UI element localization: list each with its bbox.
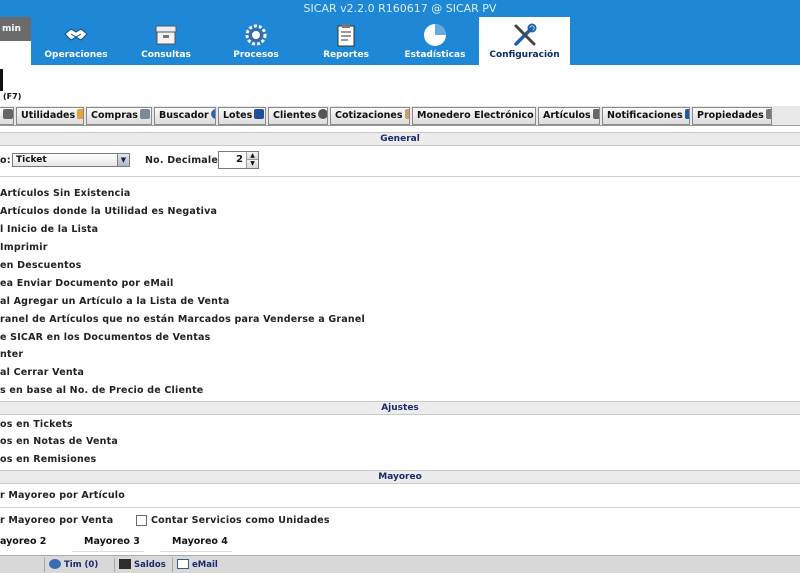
nav-label: Procesos bbox=[233, 50, 279, 60]
tab-monedero[interactable]: Monedero Electrónico bbox=[412, 107, 536, 125]
tab-mayoreo-4[interactable]: Mayoreo 4 bbox=[160, 534, 232, 552]
option-item[interactable]: ranel de Artículos que no están Marcados… bbox=[0, 314, 365, 325]
cart-icon bbox=[139, 109, 150, 119]
option-item[interactable]: s en base al No. de Precio de Cliente bbox=[0, 385, 203, 396]
coins-icon bbox=[77, 109, 83, 119]
format-label: o: bbox=[0, 155, 11, 166]
tab-clientes[interactable]: Clientes bbox=[268, 107, 328, 125]
option-item[interactable]: e SICAR en los Documentos de Ventas bbox=[0, 332, 210, 343]
users-icon bbox=[49, 559, 61, 569]
handshake-icon bbox=[64, 28, 88, 41]
option-item[interactable]: nter bbox=[0, 349, 23, 360]
nav-label: Estadísticas bbox=[404, 50, 466, 60]
pie-chart-icon bbox=[424, 24, 446, 46]
user-badge[interactable]: min bbox=[0, 17, 31, 41]
tab-buscador[interactable]: Buscador bbox=[154, 107, 216, 125]
option-item[interactable]: os en Tickets bbox=[0, 419, 73, 430]
decimals-value[interactable]: 2 bbox=[219, 152, 246, 168]
config-tabs: Utilidades Compras Buscador Lotes Client… bbox=[0, 106, 800, 126]
divider bbox=[0, 507, 800, 508]
clipboard-icon bbox=[337, 24, 355, 47]
section-general: General bbox=[0, 132, 800, 146]
option-item[interactable]: os en Remisiones bbox=[0, 454, 96, 465]
tab-mayoreo-2[interactable]: ayoreo 2 bbox=[0, 534, 68, 552]
option-item[interactable]: l Inicio de la Lista bbox=[0, 224, 98, 235]
nav-label: Reportes bbox=[323, 50, 369, 60]
config-menu-handle[interactable] bbox=[0, 69, 3, 91]
option-item[interactable]: Artículos donde la Utilidad es Negativa bbox=[0, 206, 217, 217]
dollar-icon bbox=[119, 559, 131, 569]
box-icon bbox=[254, 109, 265, 119]
nav-configuracion[interactable]: Configuración bbox=[479, 17, 570, 65]
nav-label: Consultas bbox=[141, 50, 191, 60]
option-item[interactable]: al Cerrar Venta bbox=[0, 367, 84, 378]
nav-reportes[interactable]: Reportes bbox=[301, 17, 391, 65]
tag-icon bbox=[592, 109, 599, 119]
tab-propiedades[interactable]: Propiedades bbox=[692, 107, 772, 125]
tab-articulos[interactable]: Artículos bbox=[538, 107, 600, 125]
nav-label: Configuración bbox=[489, 50, 560, 60]
section-mayoreo: Mayoreo bbox=[0, 470, 800, 484]
tab-lotes[interactable]: Lotes bbox=[218, 107, 266, 125]
nav-consultas[interactable]: Consultas bbox=[121, 17, 211, 65]
main-nav: Operaciones Consultas Procesos Reportes bbox=[31, 17, 800, 65]
tab-utilidades[interactable]: Utilidades bbox=[16, 107, 84, 125]
nav-procesos[interactable]: Procesos bbox=[211, 17, 301, 65]
tab-mayoreo-3[interactable]: Mayoreo 3 bbox=[72, 534, 144, 552]
spin-up-icon[interactable]: ▲ bbox=[246, 152, 258, 160]
chevron-down-icon[interactable]: ▼ bbox=[117, 154, 129, 166]
magnifier-icon bbox=[210, 109, 215, 119]
format-select[interactable]: Ticket ▼ bbox=[12, 153, 130, 167]
tab-compras[interactable]: Compras bbox=[86, 107, 152, 125]
option-item[interactable]: en Descuentos bbox=[0, 260, 81, 271]
sub-header: (F7) bbox=[0, 65, 800, 105]
option-item[interactable]: al Agregar un Artículo a la Lista de Ven… bbox=[0, 296, 229, 307]
option-item[interactable]: os en Notas de Venta bbox=[0, 436, 118, 447]
properties-icon bbox=[765, 109, 771, 119]
option-item[interactable]: Imprimir bbox=[0, 242, 48, 253]
user-icon bbox=[318, 109, 327, 119]
decimals-stepper[interactable]: 2 ▲ ▼ bbox=[218, 151, 259, 169]
envelope-icon bbox=[177, 559, 189, 569]
format-value: Ticket bbox=[16, 155, 47, 165]
status-email[interactable]: eMail bbox=[172, 558, 226, 572]
tab-cotizaciones[interactable]: Cotizaciones bbox=[330, 107, 410, 125]
nav-estadisticas[interactable]: Estadísticas bbox=[391, 17, 479, 65]
divider bbox=[0, 176, 800, 177]
option-item[interactable]: Artículos Sin Existencia bbox=[0, 188, 131, 199]
shortcut-hint: (F7) bbox=[3, 92, 22, 101]
window-title: SICAR v2.2.0 R160617 @ SICAR PV bbox=[0, 0, 800, 17]
option-item[interactable]: r Mayoreo por Artículo bbox=[0, 490, 125, 501]
archive-box-icon bbox=[155, 25, 177, 45]
gear-icon bbox=[245, 24, 267, 46]
nav-label: Operaciones bbox=[44, 50, 108, 60]
tab-icon bbox=[3, 109, 13, 119]
tab-notificaciones[interactable]: Notificaciones bbox=[602, 107, 690, 125]
tab-overflow[interactable] bbox=[0, 107, 14, 125]
spin-down-icon[interactable]: ▼ bbox=[246, 160, 258, 168]
status-tim[interactable]: Tim (0) bbox=[44, 558, 110, 572]
option-item[interactable]: r Mayoreo por Venta bbox=[0, 515, 113, 526]
status-bar: Tim (0) Saldos eMail bbox=[0, 555, 800, 573]
section-ajustes: Ajustes bbox=[0, 401, 800, 415]
tools-icon bbox=[513, 23, 536, 46]
chat-bubble-icon bbox=[684, 109, 689, 119]
status-saldos[interactable]: Saldos bbox=[114, 558, 168, 572]
document-icon bbox=[404, 109, 409, 119]
count-services-label: Contar Servicios como Unidades bbox=[151, 515, 330, 526]
count-services-checkbox[interactable] bbox=[136, 515, 147, 526]
option-item[interactable]: ea Enviar Documento por eMail bbox=[0, 278, 174, 289]
decimals-label: No. Decimales: bbox=[145, 155, 228, 166]
nav-operaciones[interactable]: Operaciones bbox=[33, 17, 119, 65]
